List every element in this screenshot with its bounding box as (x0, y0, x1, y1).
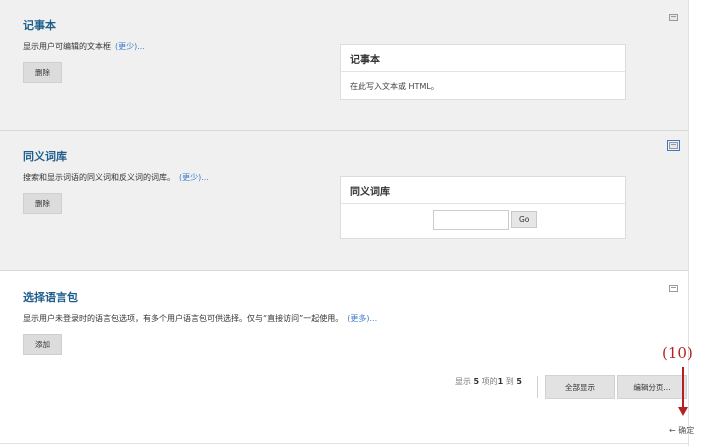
pager-text: 显示 5 项的1 到 5 (455, 376, 522, 387)
show-all-button[interactable]: 全部显示 (545, 375, 615, 399)
preview-title: 同义词库 (341, 177, 625, 204)
description-text: 显示用户未登录时的语言包选项，有多个用户语言包可供选择。仅与“直接访问”一起使用… (23, 314, 344, 323)
bottom-divider (0, 443, 688, 444)
minimize-icon[interactable] (667, 140, 680, 151)
pager-middle: 项的 (481, 377, 498, 386)
widget-title: 选择语言包 (23, 291, 78, 304)
description-text: 搜索和显示词语的同义词和反义词的词库。 (23, 173, 175, 182)
widget-description: 显示用户未登录时的语言包选项，有多个用户语言包可供选择。仅与“直接访问”一起使用… (23, 313, 377, 324)
notepad-preview: 记事本 在此写入文本或 HTML。 (340, 44, 626, 100)
edit-paging-button[interactable]: 编辑分页... (617, 375, 687, 399)
widget-thesaurus: 同义词库 搜索和显示词语的同义词和反义词的词库。 (更少)... 删除 同义词库 … (0, 131, 688, 271)
search-row: Go (341, 204, 625, 240)
search-input[interactable] (433, 210, 509, 230)
widget-description: 搜索和显示词语的同义词和反义词的词库。 (更少)... (23, 172, 209, 183)
preview-body: 在此写入文本或 HTML。 (350, 82, 439, 91)
description-text: 显示用户可编辑的文本框 (23, 42, 111, 51)
pager-total: 5 (473, 377, 480, 386)
annotation-arrow-line (682, 367, 684, 409)
maximize-icon[interactable] (669, 285, 678, 292)
pager-from: 1 (497, 377, 504, 386)
widget-title: 记事本 (23, 19, 56, 32)
delete-button[interactable]: 删除 (23, 193, 62, 214)
delete-button[interactable]: 删除 (23, 62, 62, 83)
widget-language-pack: 选择语言包 显示用户未登录时的语言包选项，有多个用户语言包可供选择。仅与“直接访… (0, 271, 688, 443)
divider (537, 376, 538, 398)
more-link[interactable]: (更多)... (347, 314, 377, 323)
widget-description: 显示用户可编辑的文本框 (更少)... (23, 41, 145, 52)
less-link[interactable]: (更少)... (179, 173, 209, 182)
thesaurus-preview: 同义词库 Go (340, 176, 626, 239)
right-border (688, 0, 689, 446)
less-link[interactable]: (更少)... (115, 42, 145, 51)
go-button[interactable]: Go (511, 211, 538, 228)
pager-to-word: 到 (505, 377, 514, 386)
widget-title: 同义词库 (23, 150, 67, 163)
minimize-icon[interactable] (669, 14, 678, 21)
confirm-label[interactable]: ← 确定 (669, 425, 694, 436)
pager-prefix: 显示 (455, 377, 471, 386)
annotation-arrow-icon (678, 407, 688, 416)
annotation-number: (10) (662, 344, 693, 362)
widget-notepad: 记事本 显示用户可编辑的文本框 (更少)... 删除 记事本 在此写入文本或 HT… (0, 0, 688, 131)
preview-title: 记事本 (341, 45, 625, 72)
add-button[interactable]: 添加 (23, 334, 62, 355)
pager-to: 5 (516, 377, 522, 386)
